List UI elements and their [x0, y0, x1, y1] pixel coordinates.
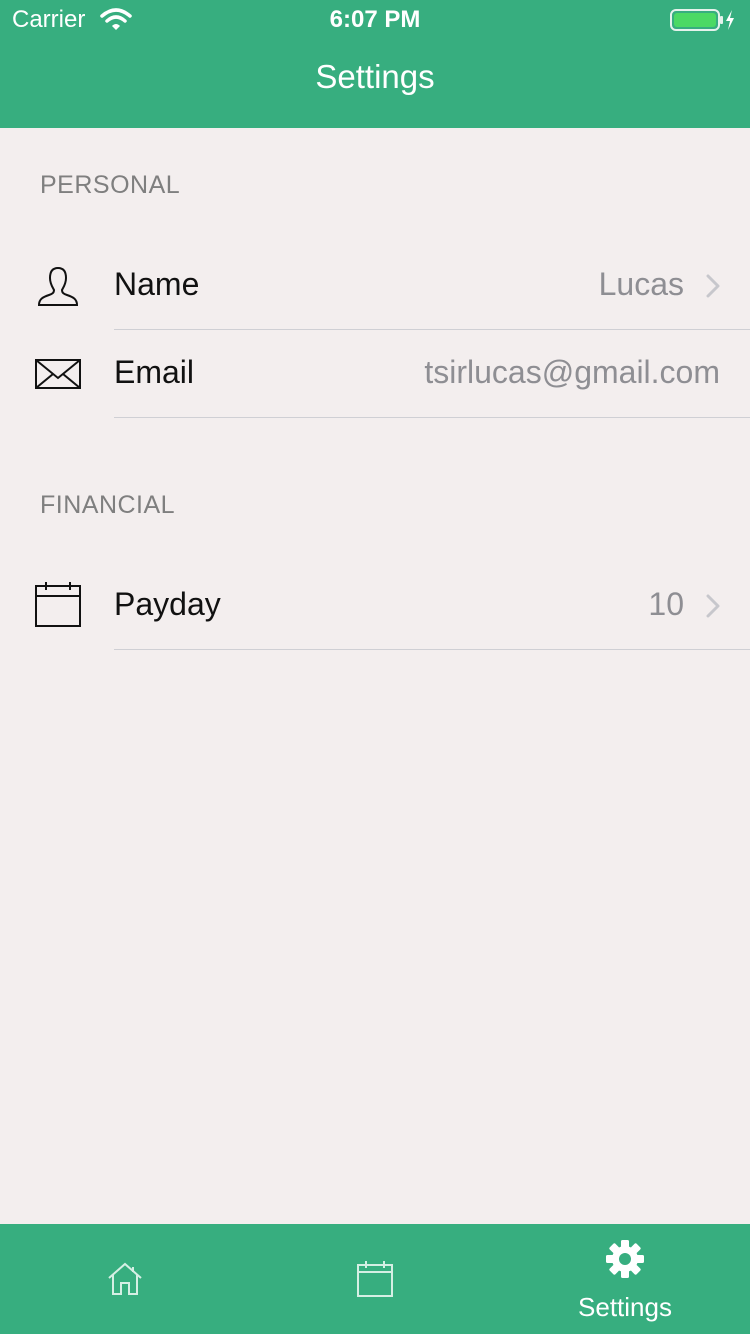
page-title: Settings [315, 58, 435, 95]
status-time: 6:07 PM [329, 6, 421, 33]
name-value: Lucas [598, 266, 684, 302]
chevron-right-icon [706, 274, 720, 303]
email-value: tsirlucas@gmail.com [424, 354, 720, 390]
envelope-icon [34, 350, 82, 398]
tab-bar: Settings [0, 1224, 750, 1334]
settings-row-payday[interactable]: Payday 10 [0, 562, 750, 650]
row-separator [114, 649, 750, 650]
payday-label: Payday [114, 586, 221, 622]
tab-calendar[interactable] [250, 1224, 500, 1334]
top-bar: Carrier 6:07 PM Settings [0, 0, 750, 128]
chevron-right-icon [706, 594, 720, 623]
settings-row-name[interactable]: Name Lucas [0, 242, 750, 330]
section-header-financial: FINANCIAL [40, 491, 176, 519]
payday-value: 10 [648, 586, 684, 622]
section-header-personal: PERSONAL [40, 171, 181, 199]
tab-settings[interactable]: Settings [500, 1224, 750, 1334]
person-icon [34, 262, 82, 310]
battery-icon [670, 8, 736, 37]
tab-home[interactable] [0, 1224, 250, 1334]
email-label: Email [114, 354, 195, 390]
row-separator [114, 417, 750, 418]
calendar-icon [34, 582, 82, 630]
tab-settings-label: Settings [578, 1292, 672, 1322]
settings-row-email[interactable]: Email tsirlucas@gmail.com [0, 330, 750, 418]
name-label: Name [114, 266, 200, 302]
